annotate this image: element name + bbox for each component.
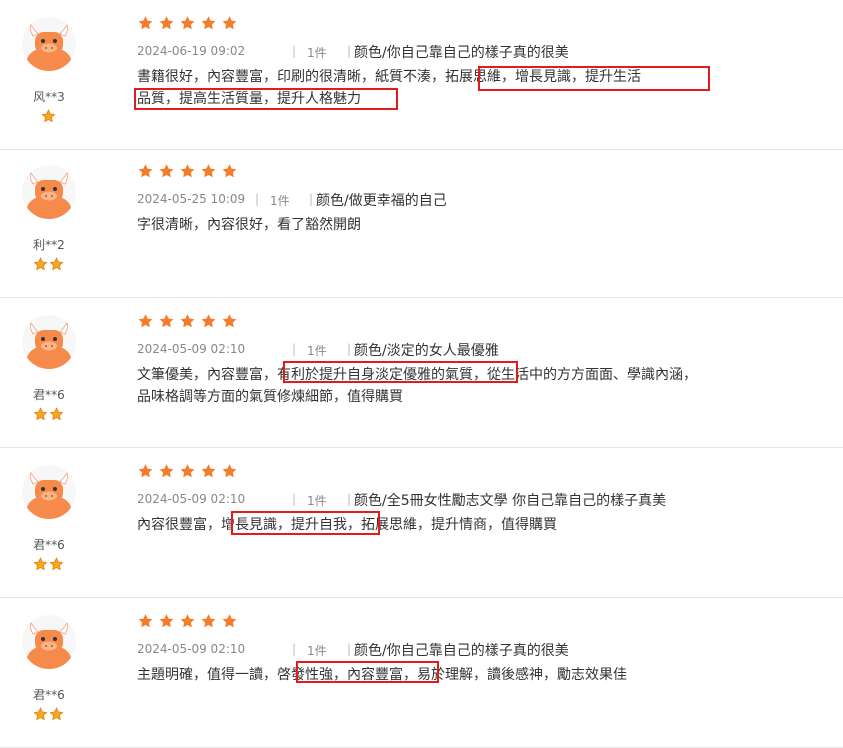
star-icon <box>179 313 196 330</box>
divider: | <box>347 342 352 356</box>
star-icon <box>179 613 196 630</box>
divider: | <box>292 44 297 58</box>
divider: | <box>347 44 352 58</box>
rating-stars <box>137 15 238 32</box>
avatar[interactable] <box>22 165 76 219</box>
review-date: 2024-05-09 02:10 <box>137 642 246 656</box>
review-date: 2024-05-25 10:09 <box>137 192 246 206</box>
star-icon <box>221 613 238 630</box>
review-date: 2024-06-19 09:02 <box>137 44 246 58</box>
username: 君**6 <box>33 688 65 702</box>
quantity: 1件 <box>270 194 290 208</box>
avatar[interactable] <box>22 465 76 519</box>
level-star-icon <box>49 257 64 272</box>
highlight-box <box>231 511 380 535</box>
divider: | <box>347 642 352 656</box>
quantity: 1件 <box>307 344 327 358</box>
quantity: 1件 <box>307 494 327 508</box>
quantity: 1件 <box>307 46 327 60</box>
star-icon <box>158 613 175 630</box>
rating-stars <box>137 463 238 480</box>
product-option: 颜色/淡定的女人最優雅 <box>354 343 499 359</box>
rating-stars <box>137 613 238 630</box>
level-star-icon <box>33 707 48 722</box>
review-text-line: 品味格調等方面的氣質修煉細節，值得購買 <box>137 389 403 405</box>
level-star-icon <box>41 109 56 124</box>
product-option: 颜色/全5冊女性勵志文學 你自己靠自己的樣子真美 <box>354 493 667 509</box>
rating-stars <box>137 163 238 180</box>
level-badges <box>41 109 56 124</box>
level-badges <box>33 707 64 722</box>
level-badges <box>33 407 64 422</box>
star-icon <box>221 15 238 32</box>
divider: | <box>255 192 260 206</box>
level-badges <box>33 257 64 272</box>
review-item: 风**3 2024-06-19 09:02 | 1件 | 颜色/你自己靠自己的樣子真的很美… <box>0 0 843 150</box>
avatar[interactable] <box>22 17 76 71</box>
divider: | <box>347 492 352 506</box>
star-icon <box>137 313 154 330</box>
star-icon <box>221 163 238 180</box>
quantity: 1件 <box>307 644 327 658</box>
review-text-line: 字很清晰，內容很好，看了豁然開朗 <box>137 217 361 233</box>
level-star-icon <box>49 407 64 422</box>
star-icon <box>200 163 217 180</box>
product-option: 颜色/做更幸福的自己 <box>316 193 447 209</box>
highlight-box <box>478 66 710 91</box>
divider: | <box>292 492 297 506</box>
star-icon <box>179 163 196 180</box>
star-icon <box>221 463 238 480</box>
star-icon <box>137 463 154 480</box>
star-icon <box>158 15 175 32</box>
star-icon <box>200 313 217 330</box>
star-icon <box>200 15 217 32</box>
product-option: 颜色/你自己靠自己的樣子真的很美 <box>354 45 569 61</box>
level-star-icon <box>49 707 64 722</box>
star-icon <box>137 15 154 32</box>
avatar[interactable] <box>22 615 76 669</box>
username: 风**3 <box>33 90 65 104</box>
review-date: 2024-05-09 02:10 <box>137 492 246 506</box>
star-icon <box>137 613 154 630</box>
star-icon <box>158 313 175 330</box>
review-item: 利**2 2024-05-25 10:09 | 1件 | 颜色/做更幸福的自己 字很清晰，內… <box>0 148 843 298</box>
avatar[interactable] <box>22 315 76 369</box>
review-item: 君**6 2024-05-09 02:10 | 1件 | 颜色/全5冊女性勵志文學 你自己… <box>0 448 843 598</box>
level-star-icon <box>33 257 48 272</box>
highlight-box <box>296 661 439 683</box>
rating-stars <box>137 313 238 330</box>
star-icon <box>200 613 217 630</box>
username: 君**6 <box>33 538 65 552</box>
username: 君**6 <box>33 388 65 402</box>
star-icon <box>200 463 217 480</box>
highlight-box <box>134 88 398 110</box>
level-star-icon <box>33 407 48 422</box>
username: 利**2 <box>33 238 65 252</box>
star-icon <box>137 163 154 180</box>
star-icon <box>158 163 175 180</box>
star-icon <box>179 463 196 480</box>
product-option: 颜色/你自己靠自己的樣子真的很美 <box>354 643 569 659</box>
review-text-line: 主題明確，值得一讀，啓發性強，內容豐富，易於理解，讀後感神，勵志效果佳 <box>137 667 627 683</box>
star-icon <box>158 463 175 480</box>
review-date: 2024-05-09 02:10 <box>137 342 246 356</box>
level-star-icon <box>33 557 48 572</box>
level-star-icon <box>49 557 64 572</box>
divider: | <box>292 642 297 656</box>
star-icon <box>179 15 196 32</box>
highlight-box <box>283 361 518 383</box>
divider: | <box>292 342 297 356</box>
divider: | <box>309 192 314 206</box>
star-icon <box>221 313 238 330</box>
level-badges <box>33 557 64 572</box>
